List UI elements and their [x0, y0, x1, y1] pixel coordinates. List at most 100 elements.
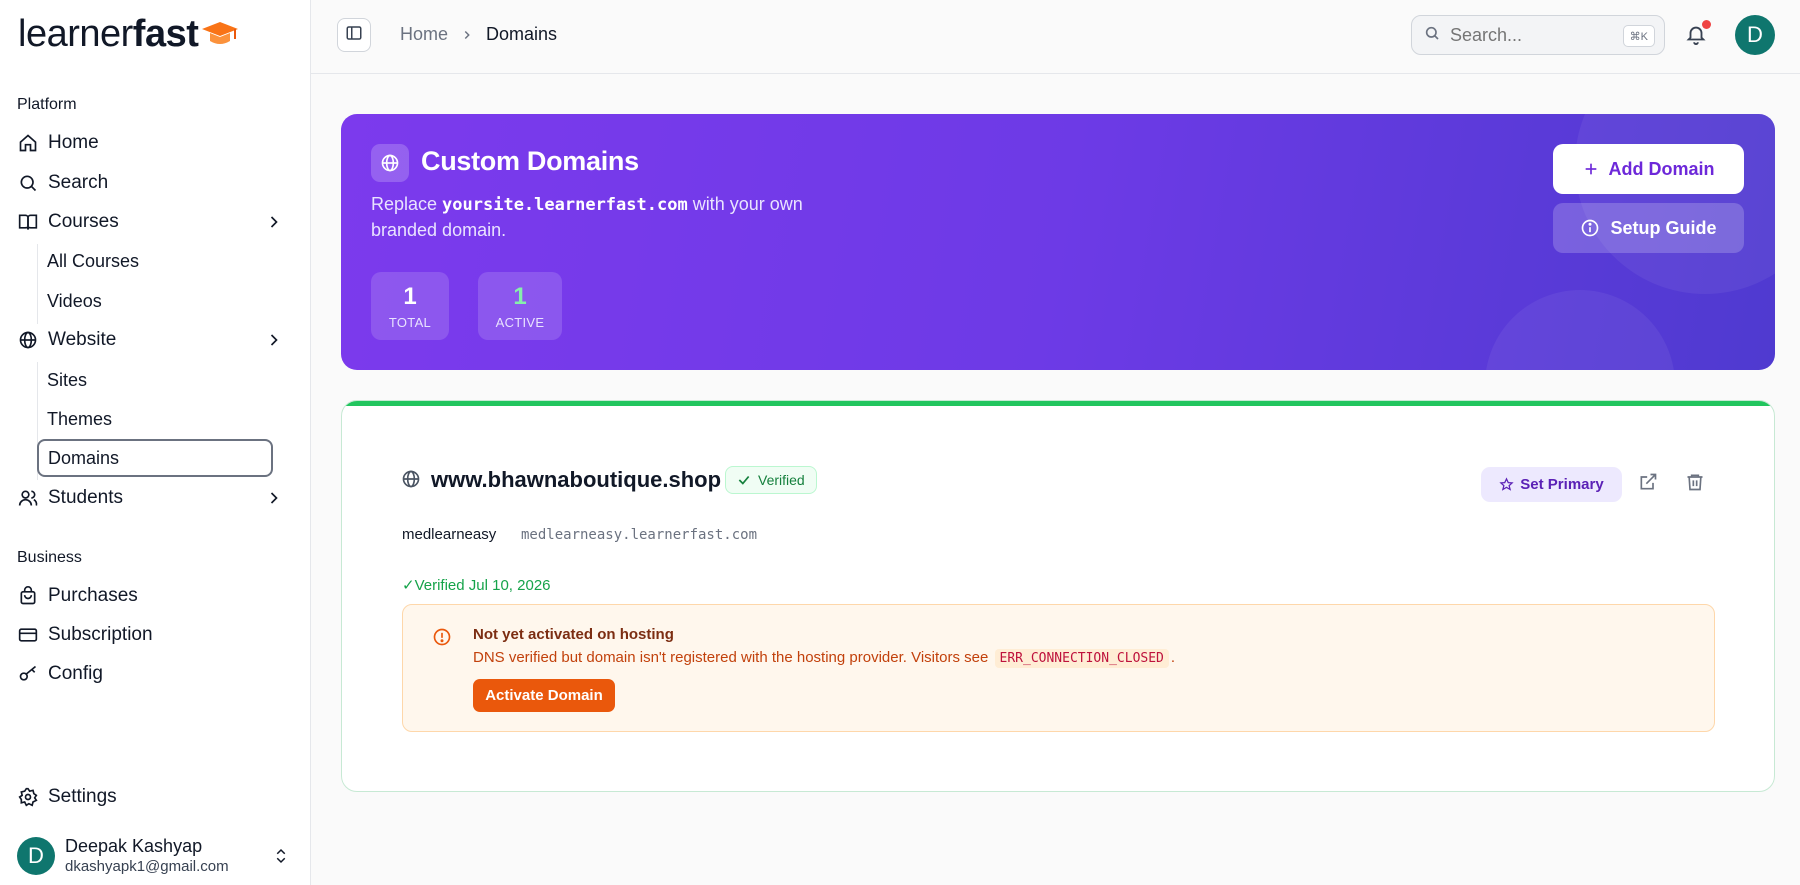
sidebar-item-label: Website	[48, 329, 117, 350]
sidebar-item-videos[interactable]: Videos	[47, 285, 102, 317]
courses-subnav-line	[37, 244, 38, 324]
panel-left-icon	[345, 24, 363, 47]
sidebar-item-label: Config	[48, 663, 103, 684]
top-bar: Home Domains ⌘K D	[311, 0, 1800, 74]
user-profile[interactable]: D Deepak Kashyap dkashyapk1@gmail.com	[17, 836, 229, 875]
external-link-icon[interactable]	[1638, 472, 1658, 497]
activate-domain-button[interactable]: Activate Domain	[473, 679, 615, 712]
sidebar-item-themes[interactable]: Themes	[47, 403, 112, 435]
business-section-label: Business	[17, 549, 82, 566]
sidebar-item-sites[interactable]: Sites	[47, 364, 87, 396]
shopping-bag-icon	[17, 585, 39, 607]
user-info: Deepak Kashyap dkashyapk1@gmail.com	[65, 836, 229, 875]
home-icon	[17, 132, 39, 154]
chevron-right-icon	[264, 488, 284, 514]
warning-text-prefix: DNS verified but domain isn't registered…	[473, 649, 993, 666]
notification-dot	[1702, 20, 1711, 29]
avatar[interactable]: D	[1735, 15, 1775, 55]
stat-total-label: TOTAL	[388, 314, 432, 330]
sidebar-item-label: Purchases	[48, 585, 138, 606]
linked-site-subdomain: medlearneasy.learnerfast.com	[521, 527, 758, 543]
gear-icon	[17, 786, 39, 808]
sidebar-item-purchases[interactable]: Purchases	[17, 580, 292, 612]
breadcrumb: Home Domains	[400, 24, 557, 45]
add-domain-button[interactable]: Add Domain	[1553, 144, 1744, 194]
error-code: ERR_CONNECTION_CLOSED	[994, 649, 1169, 668]
stat-active: 1 ACTIVE	[478, 272, 562, 340]
users-icon	[17, 487, 39, 509]
sidebar-item-settings[interactable]: Settings	[17, 781, 292, 813]
linked-site-name: medlearneasy	[402, 526, 497, 543]
page-description: Replace yoursite.learnerfast.com with yo…	[371, 192, 841, 243]
sidebar-item-label: Courses	[48, 211, 119, 232]
key-icon	[17, 663, 39, 685]
stat-total-value: 1	[403, 282, 417, 310]
sidebar-item-label: Subscription	[48, 624, 153, 645]
brand-name-light: learner	[18, 12, 133, 55]
search-icon	[17, 172, 39, 194]
stat-total: 1 TOTAL	[371, 272, 449, 340]
sidebar-item-label: Settings	[48, 786, 117, 807]
trash-icon[interactable]	[1685, 472, 1705, 497]
search-box[interactable]: ⌘K	[1411, 15, 1665, 55]
alert-circle-icon	[432, 627, 452, 652]
globe-icon	[401, 469, 421, 494]
set-primary-button[interactable]: Set Primary	[1481, 467, 1622, 502]
sidebar-item-label: Search	[48, 172, 109, 193]
sidebar-item-label: Students	[48, 487, 123, 508]
page-title: Custom Domains	[421, 146, 639, 176]
sidebar-item-courses[interactable]: Courses	[17, 206, 292, 238]
custom-domains-hero: Custom Domains Replace yoursite.learnerf…	[341, 114, 1775, 370]
search-shortcut: ⌘K	[1622, 25, 1655, 47]
verified-date: ✓Verified Jul 10, 2026	[402, 577, 551, 594]
sidebar-item-search[interactable]: Search	[17, 167, 292, 199]
sidebar: learner fast Platform Home Search Courses…	[0, 0, 311, 885]
sidebar-item-students[interactable]: Students	[17, 482, 292, 514]
set-primary-label: Set Primary	[1520, 476, 1604, 493]
graduation-cap-icon	[200, 19, 240, 49]
default-domain-code: yoursite.learnerfast.com	[442, 195, 688, 215]
stat-active-value: 1	[513, 282, 527, 310]
user-name: Deepak Kashyap	[65, 836, 203, 856]
status-accent-bar	[342, 401, 1774, 406]
sidebar-item-subscription[interactable]: Subscription	[17, 619, 292, 651]
add-domain-label: Add Domain	[1608, 158, 1715, 179]
sidebar-item-domains[interactable]: Domains	[37, 439, 273, 477]
desc-prefix: Replace	[371, 194, 443, 214]
credit-card-icon	[17, 624, 39, 646]
plus-icon	[1583, 161, 1599, 177]
check-icon	[737, 473, 751, 487]
star-icon	[1499, 477, 1514, 492]
domain-card: www.bhawnaboutique.shop Verified Set Pri…	[341, 400, 1775, 792]
platform-section-label: Platform	[17, 96, 77, 113]
warning-title: Not yet activated on hosting	[473, 626, 674, 643]
breadcrumb-current: Domains	[486, 24, 558, 44]
stat-active-label: ACTIVE	[495, 314, 545, 330]
globe-icon	[17, 329, 39, 351]
sidebar-toggle-button[interactable]	[337, 18, 371, 52]
domain-name: www.bhawnaboutique.shop	[431, 467, 722, 492]
book-open-icon	[17, 211, 39, 233]
info-icon	[1580, 218, 1600, 238]
sidebar-item-all-courses[interactable]: All Courses	[47, 245, 139, 277]
sidebar-item-config[interactable]: Config	[17, 658, 292, 690]
sidebar-item-home[interactable]: Home	[17, 127, 292, 159]
user-email: dkashyapk1@gmail.com	[65, 858, 229, 875]
brand-logo[interactable]: learner fast	[18, 12, 240, 55]
chevron-right-icon	[264, 212, 284, 238]
status-badge: Verified	[725, 466, 817, 494]
activation-warning: Not yet activated on hosting DNS verifie…	[402, 604, 1715, 732]
search-input[interactable]	[1450, 24, 1610, 46]
decorative-circle	[1485, 290, 1675, 370]
setup-guide-button[interactable]: Setup Guide	[1553, 203, 1744, 253]
breadcrumb-home[interactable]: Home	[400, 24, 448, 45]
avatar: D	[17, 836, 55, 875]
globe-icon	[371, 144, 409, 182]
chevron-right-icon	[460, 28, 474, 42]
search-icon	[1424, 25, 1440, 46]
status-label: Verified	[758, 472, 805, 488]
chevrons-up-down-icon[interactable]	[272, 846, 290, 871]
sidebar-item-website[interactable]: Website	[17, 324, 292, 356]
warning-text-suffix: .	[1170, 649, 1176, 666]
brand-name-bold: fast	[132, 12, 199, 55]
